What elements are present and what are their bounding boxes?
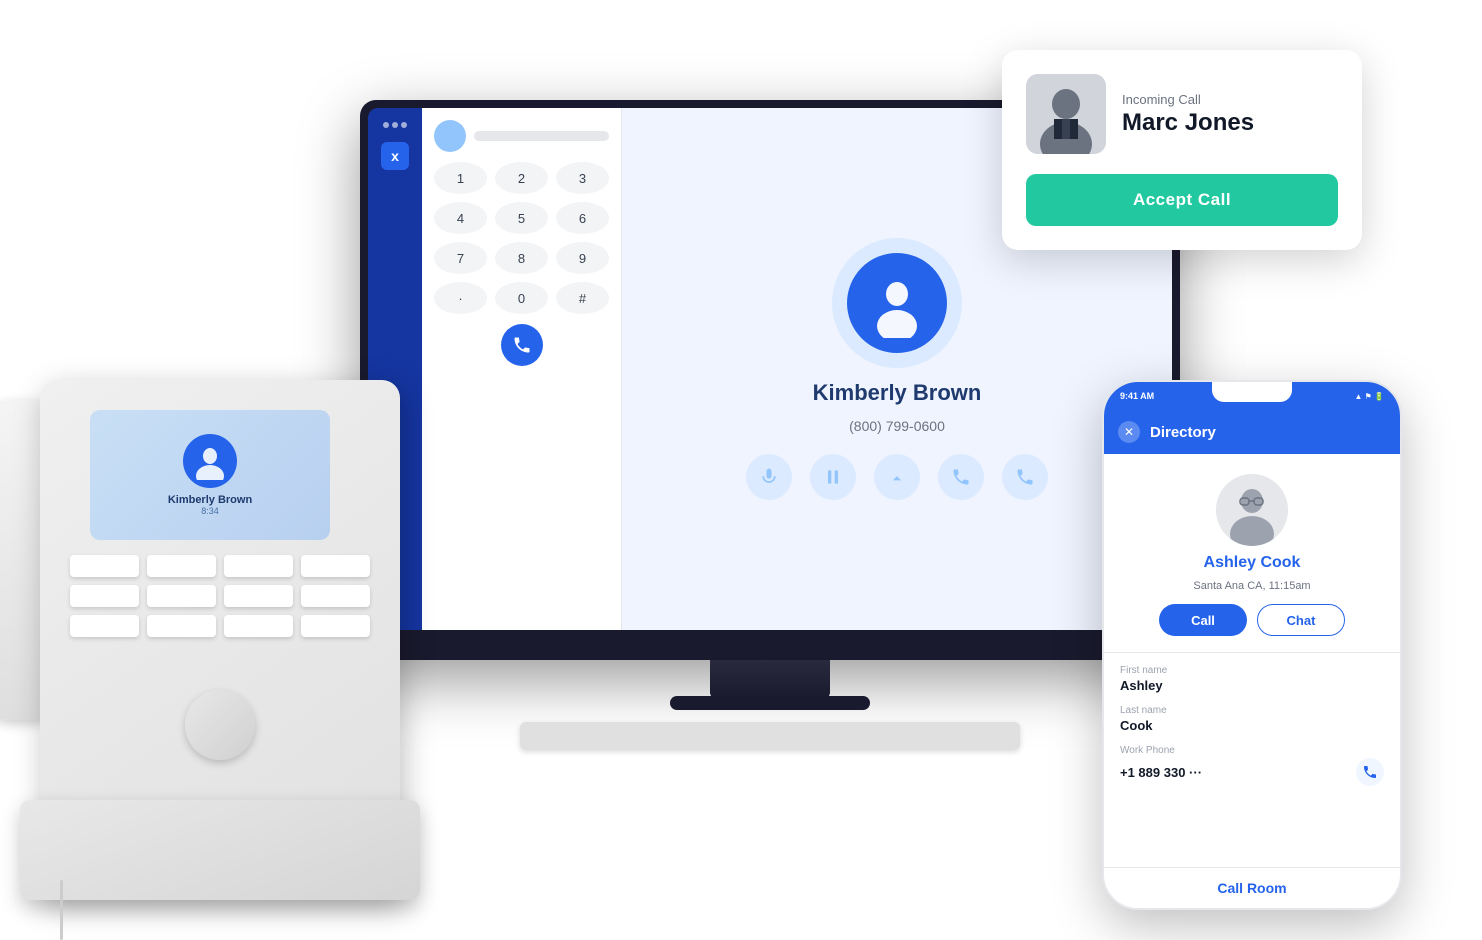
mobile-contact-location: Santa Ana CA, 11:15am	[1193, 580, 1310, 592]
dial-call-button[interactable]	[501, 324, 543, 366]
mobile-contact-name: Ashley Cook	[1204, 554, 1301, 572]
mobile-chat-button[interactable]: Chat	[1257, 604, 1345, 636]
dial-key-6[interactable]: 6	[556, 202, 609, 234]
mobile-content: Ashley Cook Santa Ana CA, 11:15am Call C…	[1104, 454, 1400, 908]
desk-phone: Kimberly Brown 8:34	[40, 380, 400, 900]
mobile-close-button[interactable]: ✕	[1118, 421, 1140, 443]
mobile-header-title: Directory	[1150, 424, 1216, 441]
dial-key-hash[interactable]: #	[556, 282, 609, 314]
sidebar-dots	[383, 122, 407, 128]
monitor-stand	[710, 660, 830, 700]
hold-button[interactable]	[810, 454, 856, 500]
keyboard-area	[520, 722, 1020, 750]
mobile-frame: 9:41 AM ▲ ⚑ 🔋 ✕ Directory	[1102, 380, 1402, 910]
phone-key	[147, 555, 216, 577]
call-room-button[interactable]: Call Room	[1120, 880, 1384, 896]
accept-call-button[interactable]: Accept Call	[1026, 174, 1338, 226]
phone-key	[147, 585, 216, 607]
dial-key-9[interactable]: 9	[556, 242, 609, 274]
call-contact-name: Kimberly Brown	[813, 380, 982, 406]
phone-key	[301, 585, 370, 607]
call-contact-avatar	[847, 253, 947, 353]
work-phone-label: Work Phone	[1120, 745, 1384, 756]
work-phone-row: +1 889 330 ···	[1120, 758, 1384, 786]
phone-key	[70, 615, 139, 637]
phone-key	[301, 615, 370, 637]
mobile-contact-section: Ashley Cook Santa Ana CA, 11:15am Call C…	[1104, 454, 1400, 653]
dialpad-panel: 1 2 3 4 5 6 7 8 9 · 0 #	[422, 108, 622, 630]
work-phone-call-icon[interactable]	[1356, 758, 1384, 786]
call-contact-avatar-ring	[832, 238, 962, 368]
dial-avatar-small	[434, 120, 466, 152]
dial-key-4[interactable]: 4	[434, 202, 487, 234]
incoming-call-label: Incoming Call	[1122, 92, 1254, 107]
first-name-label: First name	[1120, 665, 1384, 676]
phone-body: Kimberly Brown 8:34	[40, 380, 400, 900]
dial-key-7[interactable]: 7	[434, 242, 487, 274]
phone-cable	[60, 880, 63, 940]
dial-key-dot[interactable]: ·	[434, 282, 487, 314]
incoming-call-top: Incoming Call Marc Jones	[1026, 74, 1338, 154]
phone-base	[20, 800, 420, 900]
sidebar-logo[interactable]: x	[381, 142, 409, 170]
incoming-caller-name: Marc Jones	[1122, 109, 1254, 137]
phone-key	[224, 585, 293, 607]
end-call-button[interactable]	[1002, 454, 1048, 500]
mobile-field-last-name: Last name Cook	[1120, 705, 1384, 733]
phone-screen: Kimberly Brown 8:34	[90, 410, 330, 540]
sidebar-dot	[383, 122, 389, 128]
dial-key-1[interactable]: 1	[434, 162, 487, 194]
incoming-call-card: Incoming Call Marc Jones Accept Call	[1002, 50, 1362, 250]
phone-keypad-area	[70, 555, 370, 637]
dial-input-bar	[474, 131, 609, 141]
mobile-contact-avatar	[1216, 474, 1288, 546]
add-call-button[interactable]	[938, 454, 984, 500]
transfer-button[interactable]	[874, 454, 920, 500]
incoming-caller-avatar	[1026, 74, 1106, 154]
phone-nav-circle	[185, 690, 255, 760]
status-icons: ▲ ⚑ 🔋	[1355, 392, 1385, 401]
mobile-fields: First name Ashley Last name Cook Work Ph…	[1104, 653, 1400, 867]
call-actions	[746, 454, 1048, 500]
phone-key	[70, 555, 139, 577]
work-phone-value: +1 889 330 ···	[1120, 765, 1202, 780]
last-name-value: Cook	[1120, 718, 1384, 733]
mobile-action-buttons: Call Chat	[1159, 604, 1345, 636]
phone-key	[301, 555, 370, 577]
scene: x 1 2 3 4 5 6 7	[0, 0, 1482, 929]
mobile-phone: 9:41 AM ▲ ⚑ 🔋 ✕ Directory	[1102, 380, 1402, 910]
sidebar-dot	[392, 122, 398, 128]
mobile-field-work-phone: Work Phone +1 889 330 ···	[1120, 745, 1384, 786]
mobile-bottom-divider: Call Room	[1104, 867, 1400, 908]
mobile-call-button[interactable]: Call	[1159, 604, 1247, 636]
phone-screen-avatar	[183, 434, 237, 488]
last-name-label: Last name	[1120, 705, 1384, 716]
dial-key-2[interactable]: 2	[495, 162, 548, 194]
dialpad-grid: 1 2 3 4 5 6 7 8 9 · 0 #	[434, 162, 609, 314]
mute-button[interactable]	[746, 454, 792, 500]
incoming-caller-info: Incoming Call Marc Jones	[1122, 92, 1254, 137]
phone-screen-sub: 8:34	[201, 506, 219, 516]
mobile-header: ✕ Directory	[1104, 410, 1400, 454]
mobile-notch	[1212, 382, 1292, 402]
phone-key	[224, 555, 293, 577]
phone-key	[224, 615, 293, 637]
dial-key-5[interactable]: 5	[495, 202, 548, 234]
phone-screen-name: Kimberly Brown	[168, 494, 252, 506]
phone-key	[70, 585, 139, 607]
dial-key-3[interactable]: 3	[556, 162, 609, 194]
dial-key-8[interactable]: 8	[495, 242, 548, 274]
mobile-field-first-name: First name Ashley	[1120, 665, 1384, 693]
call-contact-phone: (800) 799-0600	[849, 418, 945, 434]
first-name-value: Ashley	[1120, 678, 1384, 693]
dial-input-row	[434, 120, 609, 152]
phone-key	[147, 615, 216, 637]
sidebar-dot	[401, 122, 407, 128]
status-time: 9:41 AM	[1120, 391, 1154, 401]
dial-key-0[interactable]: 0	[495, 282, 548, 314]
monitor-base-bar	[670, 696, 870, 710]
